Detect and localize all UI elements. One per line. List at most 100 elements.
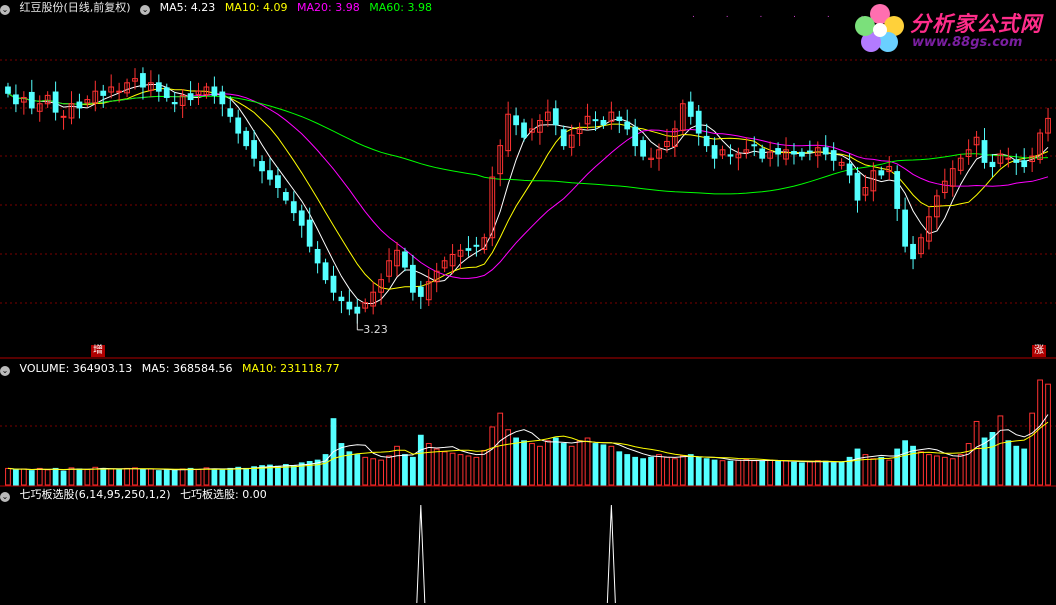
volume-bar (711, 459, 718, 486)
volume-bar (965, 443, 972, 486)
volume-bar (814, 460, 821, 486)
volume-bar (489, 426, 496, 486)
ma10-readout: MA10: 4.09 (224, 1, 288, 14)
signal-spike (606, 504, 616, 604)
volume-bar (656, 454, 662, 486)
volume-bar (918, 451, 924, 486)
volume-bar (20, 468, 27, 486)
volume-bar (560, 443, 567, 486)
candle-body (243, 130, 250, 147)
volume-ma5-readout: MA5: 368584.56 (141, 362, 233, 375)
indicator-header: ⌄ 七巧板选股(6,14,95,250,1,2) 七巧板选股: 0.00 (0, 488, 273, 502)
volume-bar (624, 454, 631, 486)
candle-body (100, 90, 107, 96)
volume-bar (362, 456, 369, 486)
candle-body (402, 251, 408, 268)
volume-bar (195, 469, 202, 486)
volume-bar (679, 455, 686, 486)
volume-bar (973, 420, 980, 486)
candle-body (354, 306, 361, 314)
candle-body (187, 93, 194, 101)
candle-body (5, 86, 11, 94)
collapse-toggle-icon[interactable]: ⌄ (0, 5, 10, 15)
volume-bar (529, 443, 535, 486)
volume-bar (830, 462, 837, 486)
volume-bar (457, 454, 464, 486)
candle-body (727, 154, 734, 157)
logo-text: 分析家公式网 (910, 12, 1042, 36)
candle-body (989, 161, 996, 168)
indicator-value: 七巧板选股: 0.00 (180, 488, 267, 501)
volume-bar (616, 451, 623, 486)
candle-body (314, 248, 321, 264)
volume-bar (203, 467, 210, 486)
candle-body (703, 135, 710, 147)
volume-bar (5, 467, 11, 486)
volume-bar (870, 458, 877, 486)
volume-bar (449, 452, 456, 486)
volume-bar (116, 469, 123, 486)
volume-bar (497, 412, 504, 486)
indicator-toggle-icon[interactable]: ⌄ (0, 492, 10, 502)
site-logo: 分析家公式网 www.88gs.com (852, 2, 1052, 54)
volume-bar (60, 470, 67, 486)
volume-bar (941, 456, 948, 486)
volume-bar (791, 461, 797, 486)
candle-body (775, 148, 781, 155)
volume-bar (124, 467, 130, 486)
candle-body (417, 286, 424, 297)
volume-bar (235, 466, 242, 486)
chart-canvas[interactable] (0, 0, 1056, 605)
volume-bar (544, 440, 551, 486)
volume-bar (68, 467, 75, 486)
moving-average-lines (7, 84, 1049, 304)
volume-bar (981, 437, 988, 486)
signal-spike (416, 504, 426, 604)
volume-bar (76, 468, 83, 486)
volume-bar (44, 469, 51, 486)
volume-bar (1005, 440, 1012, 486)
candle-body (235, 117, 242, 134)
candle-body (822, 147, 829, 155)
volume-bar (211, 468, 218, 486)
candle-body (211, 86, 218, 96)
candle-body (282, 192, 289, 201)
candle-body (751, 144, 758, 147)
volume-bar (552, 437, 559, 486)
volume-bar (854, 448, 861, 486)
volume-bar (227, 467, 234, 486)
candle-body (251, 140, 257, 159)
low-price-label: 3.23 (363, 322, 388, 336)
candle-body (687, 101, 694, 117)
candle-body (60, 115, 67, 118)
volume-bar (243, 467, 250, 486)
candle-body (592, 119, 599, 122)
stock-title: 红豆股份(日线,前复权) (19, 1, 131, 14)
flower-icon (855, 4, 904, 52)
volume-bar (600, 444, 607, 486)
candle-body (116, 90, 123, 93)
candle-body (171, 101, 178, 105)
indicator-signal (416, 504, 616, 604)
volume-readout: VOLUME: 364903.13 (19, 362, 133, 375)
candle-body (695, 110, 702, 134)
volume-toggle-icon[interactable]: ⌄ (0, 366, 10, 376)
candle-body (846, 163, 853, 176)
volume-bar (28, 470, 35, 486)
volume-bar (759, 460, 766, 486)
volume-bar (910, 445, 916, 486)
volume-bar (354, 454, 361, 486)
volume-bar (671, 458, 678, 486)
volume-bar (52, 467, 59, 486)
candle-body (409, 264, 416, 293)
rise-badge: 涨 (1032, 345, 1046, 357)
ma5-line (7, 84, 1049, 304)
options-toggle-icon[interactable]: ⌄ (140, 5, 151, 15)
ma5-readout: MA5: 4.23 (159, 1, 216, 14)
volume-bar (394, 445, 400, 486)
volume-bar (275, 465, 281, 486)
volume-bar (775, 461, 781, 486)
candle-body (322, 262, 329, 281)
volume-bar (147, 468, 154, 486)
candle-body (465, 248, 472, 251)
